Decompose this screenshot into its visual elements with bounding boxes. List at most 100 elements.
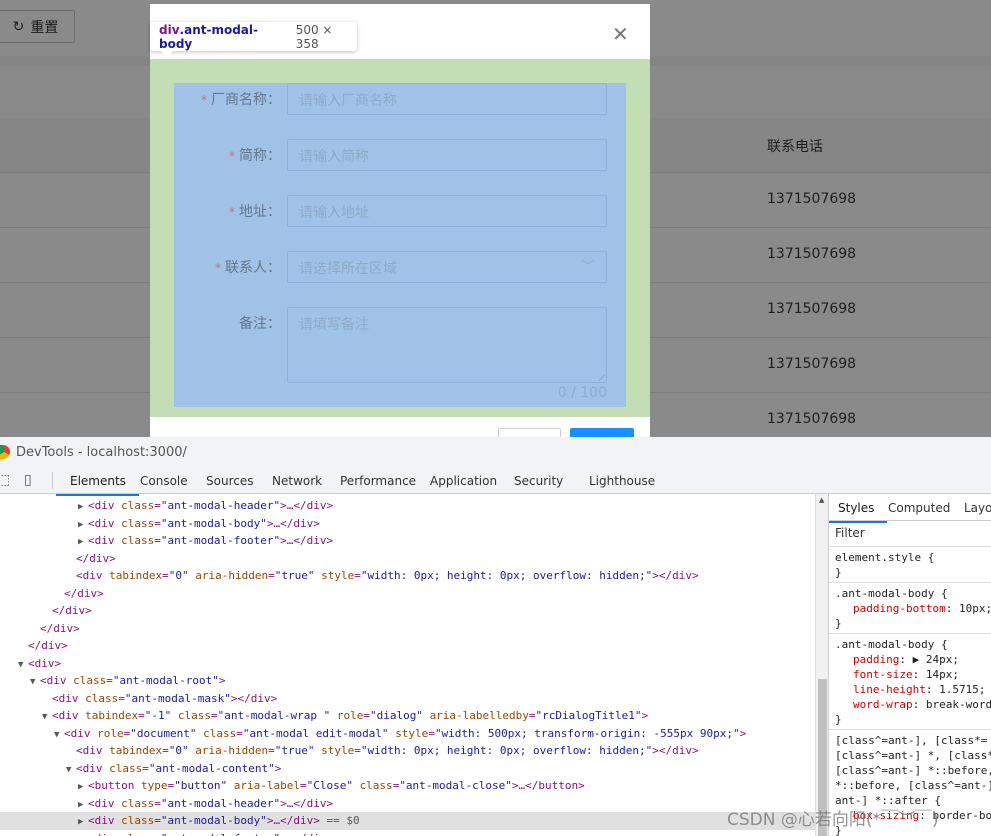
collapse-triangle-icon[interactable]: ▼ (54, 727, 64, 744)
dom-node-line[interactable]: ▶ <button type="button" aria-label="Close… (0, 777, 815, 795)
css-rule[interactable]: .ant-modal-body {padding-bottom: 10px;} (829, 583, 991, 634)
ok-button[interactable] (570, 428, 634, 437)
elements-tree: ▶ <div class="ant-modal-header">…</div> ▶ <… (0, 494, 815, 836)
device-toolbar-icon[interactable]: ▯ (24, 472, 32, 488)
dom-node-line[interactable]: </div> (0, 602, 815, 620)
field-input[interactable]: 请输入厂商名称 (287, 83, 607, 115)
required-mark: * (229, 205, 235, 219)
placeholder: 请输入简称 (299, 149, 369, 165)
tab-lighthouse[interactable]: Lighthouse (589, 474, 655, 488)
tab-elements[interactable]: Elements (56, 474, 139, 496)
dom-node-line[interactable]: ▼ <div role="document" class="ant-modal e… (0, 725, 815, 743)
css-selector: element.style { (835, 551, 935, 564)
contact-select[interactable]: 请选择所在区域 ﹀ (287, 251, 607, 283)
dom-node-line[interactable]: ▶<div class="ant-modal-footer">…</div> (0, 532, 815, 550)
styles-tab-styles[interactable]: Styles (829, 501, 888, 523)
css-declaration[interactable]: word-wrap: break-word (835, 697, 991, 712)
tooltip-arrow (160, 50, 174, 57)
field-label: 备注： (239, 313, 281, 333)
field-input[interactable]: 请输入地址 (287, 195, 607, 227)
tab-security[interactable]: Security (514, 474, 563, 488)
styles-tabbar: StylesComputed Layout (829, 494, 991, 523)
cell-phone: 1371507698 (767, 356, 857, 372)
tab-performance[interactable]: Performance (340, 474, 416, 488)
toolbar-divider (52, 472, 53, 489)
dom-node-line[interactable]: ▼ <div tabindex="-1" class="ant-modal-wra… (0, 707, 815, 725)
tab-console[interactable]: Console (140, 474, 188, 488)
dom-node-text: <div class="ant-modal-header">…</div> (88, 499, 334, 512)
expand-triangle-icon[interactable]: ▶ (78, 534, 88, 551)
dom-node-line[interactable]: ▼ <div class="ant-modal-root"> (0, 672, 815, 690)
dom-node-line[interactable]: <div tabindex="0" aria-hidden="true" sty… (0, 742, 815, 760)
cancel-button[interactable] (498, 428, 561, 437)
selected-marker: == $0 (319, 814, 360, 827)
dom-node-line[interactable]: ▶ <div class="ant-modal-header">…</div> (0, 795, 815, 813)
dom-node-text: <div class="ant-modal-footer">…</div> (88, 832, 333, 836)
tab-network[interactable]: Network (272, 474, 322, 488)
field-input[interactable]: 请输入简称 (287, 139, 607, 171)
collapse-triangle-icon[interactable]: ▼ (18, 657, 28, 674)
remark-textarea[interactable]: 请填写备注 ⟋ (287, 307, 607, 384)
css-declaration[interactable]: font-size: 14px; (835, 667, 985, 682)
dom-node-line[interactable]: </div> (0, 637, 815, 655)
collapse-triangle-icon[interactable]: ▼ (42, 709, 52, 726)
css-property: font-size (853, 668, 913, 681)
tooltip-size: 500 × 358 (295, 22, 333, 51)
collapse-triangle-icon[interactable]: ▼ (30, 674, 40, 691)
column-header-phone: 联系电话 (767, 139, 823, 155)
close-icon[interactable]: ✕ (612, 22, 629, 46)
scroll-up-icon[interactable]: ▲ (819, 496, 824, 504)
filter-placeholder: Filter (835, 526, 865, 540)
css-declaration[interactable]: line-height: 1.5715; (835, 682, 985, 697)
dom-node-line[interactable]: </div> (0, 620, 815, 638)
expand-triangle-icon[interactable]: ▶ (78, 832, 88, 836)
dom-node-line[interactable]: ▼ <div> (0, 655, 815, 673)
css-value: border-bo (932, 809, 991, 822)
css-value: break-word (925, 698, 991, 711)
resize-handle-icon[interactable]: ⟋ (599, 374, 605, 384)
dom-node-text: </div> (64, 586, 104, 600)
tab-sources[interactable]: Sources (206, 474, 253, 488)
dom-node-line[interactable]: <div tabindex="0" aria-hidden="true" sty… (0, 567, 815, 585)
cell-phone: 1371507698 (767, 191, 857, 207)
css-declaration[interactable]: padding: ▶ 24px; (835, 652, 985, 667)
dom-node-line[interactable]: ▶ <div class="ant-modal-body">…</div> (0, 515, 815, 533)
css-rule[interactable]: .ant-modal-body {padding: ▶ 24px; font-si… (829, 634, 991, 730)
dom-node-line[interactable]: ▼ <div class="ant-modal-content"> (0, 760, 815, 778)
dom-node-text: </div> (28, 639, 68, 652)
watermark: CSDN @心若向阳(*￣︶￣) (727, 810, 939, 830)
css-rule-close: } (835, 713, 842, 726)
dom-node-line[interactable]: ▶ <div class="ant-modal-body">…</div> == … (0, 812, 815, 830)
expand-triangle-icon[interactable]: ▶ (78, 499, 88, 516)
inspect-element-icon[interactable]: ⬚ (0, 472, 10, 488)
tab-application[interactable]: Application (430, 474, 497, 488)
css-value: 14px; (925, 668, 959, 681)
expand-triangle-icon[interactable]: ▶ (78, 517, 88, 534)
dom-node-line[interactable]: </div> (0, 550, 815, 568)
styles-filter-input[interactable]: Filter (829, 521, 991, 547)
styles-tab-layout[interactable]: Layout (964, 501, 991, 515)
required-mark: * (215, 261, 221, 275)
dom-node-line[interactable]: ▶<div class="ant-modal-footer">…</div> (0, 830, 815, 836)
placeholder: 请输入厂商名称 (299, 93, 397, 109)
css-declaration[interactable]: padding-bottom: 10px; (835, 601, 991, 616)
form-row: * 简称： 请输入简称 (174, 139, 626, 171)
dom-node-text: <div class="ant-modal-root"> (40, 674, 226, 687)
chrome-icon (0, 445, 10, 459)
dom-node-line[interactable]: </div> (0, 585, 815, 603)
placeholder: 请填写备注 (299, 317, 369, 333)
expand-triangle-icon[interactable]: ▶ (78, 779, 88, 796)
expand-triangle-icon[interactable]: ▶ (78, 814, 88, 831)
styles-tab-computed[interactable]: Computed (888, 501, 950, 515)
dom-node-line[interactable]: <div class="ant-modal-mask"></div> (0, 690, 815, 708)
field-label: * 联系人： (215, 257, 281, 277)
reset-button[interactable]: ↻ 重置 (0, 10, 75, 43)
expand-triangle-icon[interactable]: ▶ (78, 797, 88, 814)
collapse-triangle-icon[interactable]: ▼ (66, 762, 76, 779)
elements-scrollbar[interactable]: ▲ (815, 494, 828, 836)
dom-node-line[interactable]: ▶ <div class="ant-modal-header">…</div> (0, 497, 815, 515)
field-label-text: 地址： (239, 204, 281, 220)
css-rule[interactable]: element.style {} (829, 547, 991, 583)
